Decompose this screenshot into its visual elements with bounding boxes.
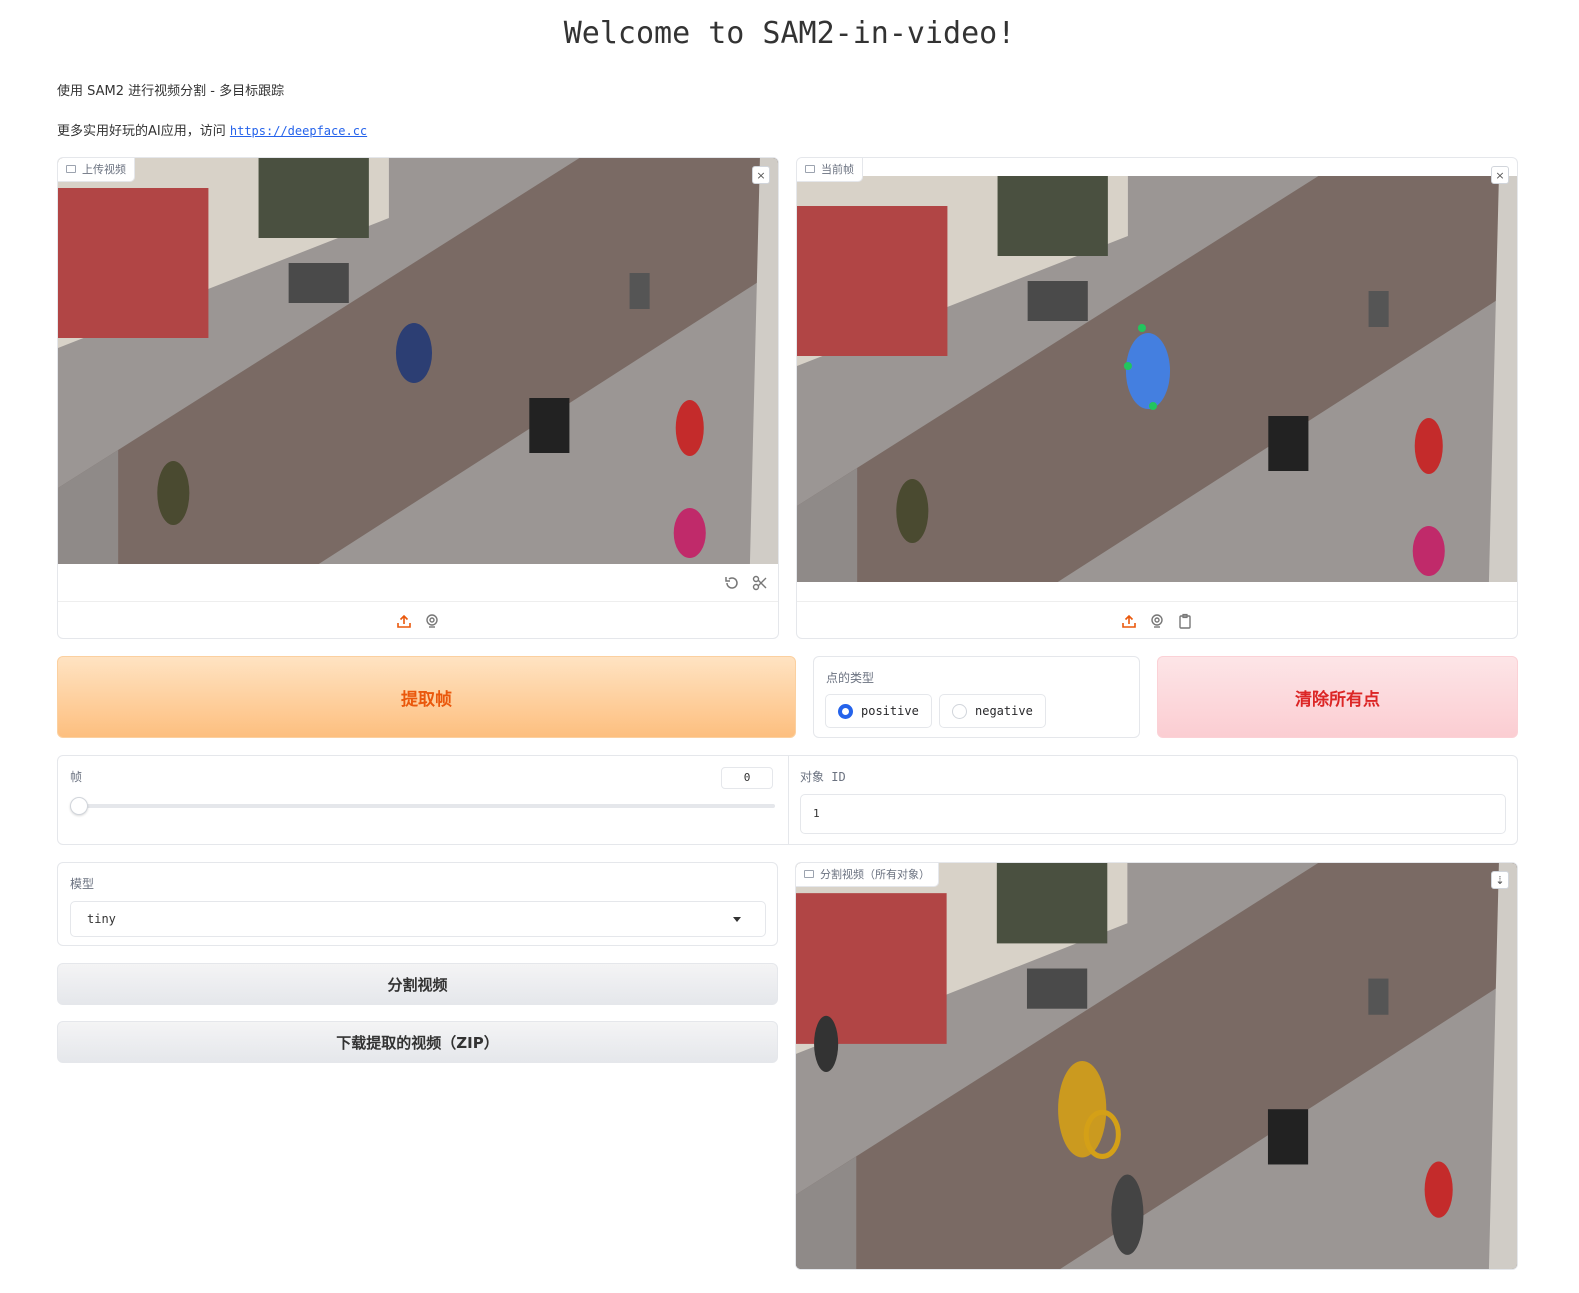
download-zip-button[interactable]: 下载提取的视频（ZIP） <box>57 1021 778 1063</box>
close-icon[interactable]: × <box>1491 166 1509 184</box>
radio-positive[interactable]: positive <box>825 694 932 728</box>
clipboard-icon[interactable] <box>1177 613 1193 629</box>
radio-negative[interactable]: negative <box>939 694 1046 728</box>
segmented-video-label-text: 分割视频（所有对象） <box>820 868 930 881</box>
webcam-icon[interactable] <box>424 613 440 629</box>
image-icon <box>805 165 815 173</box>
current-frame-image[interactable] <box>797 176 1517 582</box>
current-frame-label-text: 当前帧 <box>821 163 854 176</box>
deepface-link[interactable]: https://deepface.cc <box>230 124 367 138</box>
upload-video-source-toolbar <box>58 601 778 638</box>
upload-video-label-text: 上传视频 <box>82 163 126 176</box>
upload-video-player[interactable] <box>58 158 778 564</box>
radio-negative-label: negative <box>975 704 1033 718</box>
model-panel: 模型 tiny <box>57 862 778 946</box>
radio-negative-dot[interactable] <box>952 703 967 719</box>
undo-icon[interactable] <box>724 575 740 591</box>
scissors-icon[interactable] <box>752 575 768 591</box>
radio-positive-label: positive <box>861 704 919 718</box>
street-scene-image <box>796 863 1517 1269</box>
upload-video-label: 上传视频 <box>58 158 135 182</box>
more-apps-line: 更多实用好玩的AI应用，访问 https://deepface.cc <box>57 120 367 139</box>
download-icon[interactable]: ⇣ <box>1491 871 1509 889</box>
point-type-label: 点的类型 <box>826 671 875 685</box>
segmented-video-panel[interactable]: 分割视频（所有对象） ⇣ <box>795 862 1518 1270</box>
frame-object-panel: 帧 0 对象 ID 1 <box>57 755 1518 845</box>
current-frame-label: 当前帧 <box>797 158 863 182</box>
frame-slider-track[interactable] <box>75 804 775 808</box>
current-frame-panel[interactable]: 当前帧 × <box>796 157 1518 639</box>
segmented-video-player[interactable] <box>796 863 1517 1269</box>
webcam-icon[interactable] <box>1149 613 1165 629</box>
more-apps-text: 更多实用好玩的AI应用，访问 <box>57 124 230 139</box>
segmented-video-label: 分割视频（所有对象） <box>796 863 939 887</box>
frame-slider-thumb[interactable] <box>70 797 88 815</box>
clear-all-points-button[interactable]: 清除所有点 <box>1157 656 1518 738</box>
model-label: 模型 <box>70 877 95 891</box>
upload-video-edit-toolbar <box>58 564 778 601</box>
frame-label: 帧 <box>70 770 83 784</box>
radio-positive-dot[interactable] <box>838 703 853 719</box>
model-selected-value: tiny <box>87 912 116 926</box>
model-dropdown[interactable]: tiny <box>70 901 766 937</box>
street-scene-image <box>58 158 778 564</box>
current-frame-source-toolbar <box>797 601 1517 638</box>
segment-video-button[interactable]: 分割视频 <box>57 963 778 1005</box>
page-title: Welcome to SAM2-in-video! <box>563 16 1016 51</box>
object-id-input[interactable]: 1 <box>800 794 1506 834</box>
video-icon <box>66 165 76 173</box>
upload-video-panel[interactable]: 上传视频 × <box>57 157 779 639</box>
frame-number-input[interactable]: 0 <box>721 767 773 789</box>
upload-icon[interactable] <box>396 613 412 629</box>
subtitle: 使用 SAM2 进行视频分割 - 多目标跟踪 <box>57 84 285 99</box>
caret-down-icon <box>733 917 741 922</box>
upload-icon[interactable] <box>1121 613 1137 629</box>
object-id-label: 对象 ID <box>800 770 846 784</box>
video-icon <box>804 870 814 878</box>
close-icon[interactable]: × <box>752 166 770 184</box>
point-type-group: 点的类型 positive negative <box>813 656 1140 738</box>
street-scene-image <box>797 176 1517 582</box>
extract-frames-button[interactable]: 提取帧 <box>57 656 796 738</box>
divider <box>788 756 789 844</box>
